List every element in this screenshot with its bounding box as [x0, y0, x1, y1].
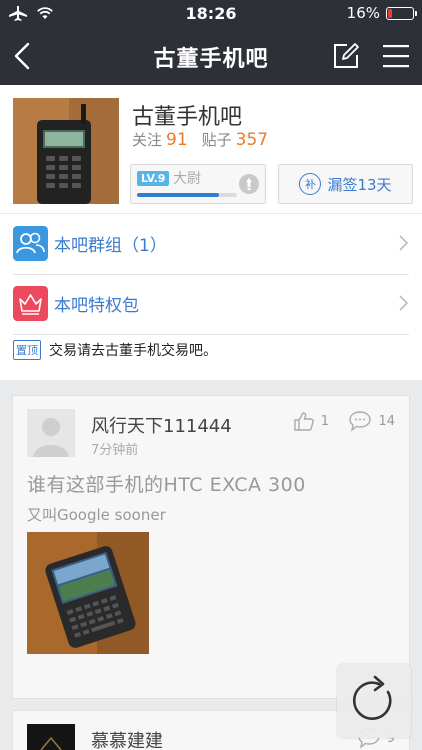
menu-icon[interactable]: [382, 43, 410, 69]
sign-in-label: 漏签13天: [327, 175, 392, 194]
comment-icon: [349, 411, 372, 432]
follow-label: 关注: [132, 131, 163, 149]
sign-in-button[interactable]: 补 漏签13天: [278, 164, 413, 204]
default-avatar-icon: [27, 409, 75, 457]
avatar[interactable]: [27, 724, 75, 750]
battery-fill: [388, 8, 392, 18]
posts-count: 357: [235, 130, 269, 150]
post-title[interactable]: 谁有这部手机的HTC EXCA 300: [27, 470, 306, 497]
chevron-right-icon: [399, 295, 408, 311]
phone-photo: [13, 98, 119, 204]
comment-button[interactable]: 14: [348, 410, 395, 432]
posts-label: 贴子: [201, 131, 232, 149]
user-avatar-image: [27, 724, 75, 750]
status-right: 16%: [346, 4, 417, 22]
level-progress-bar: [137, 193, 237, 197]
post-image[interactable]: [27, 532, 149, 654]
like-count: 1: [320, 413, 329, 429]
thumbs-up-icon: [294, 412, 314, 431]
level-badge: LV.9: [137, 171, 170, 186]
pinned-tag: 置顶: [13, 340, 41, 360]
link-row-group[interactable]: 本吧群组（1）: [0, 214, 422, 272]
status-bar: 18:26 16%: [0, 0, 422, 28]
avatar[interactable]: [27, 409, 75, 457]
post-author[interactable]: 慕慕建建: [91, 727, 163, 750]
divider: [13, 334, 409, 335]
post-author[interactable]: 风行天下111444: [91, 412, 232, 438]
comment-count: 14: [378, 413, 395, 429]
pinned-text: 交易请去古董手机交易吧。: [49, 343, 217, 359]
forum-header: 古董手机吧 关注 91 贴子 357 LV.9 大尉 补 漏签13天: [0, 85, 422, 213]
link-row-privilege[interactable]: 本吧特权包: [0, 274, 422, 332]
level-up-icon: [239, 174, 259, 194]
sign-in-icon: 补: [299, 173, 322, 195]
post-card[interactable]: 风行天下111444 7分钟前 1 14 谁有这部手机的HTC EXCA 300…: [12, 395, 410, 699]
follow-count: 91: [166, 130, 188, 150]
refresh-button[interactable]: [337, 664, 411, 738]
battery-icon: [386, 6, 417, 20]
crown-icon: [13, 286, 48, 321]
battery-percent: 16%: [346, 4, 380, 22]
level-title: 大尉: [173, 171, 201, 187]
nav-bar: 古董手机吧: [0, 28, 422, 85]
pinned-notice[interactable]: 置顶 交易请去古董手机交易吧。: [13, 340, 217, 360]
refresh-icon: [352, 675, 392, 720]
forum-avatar: [13, 98, 119, 204]
htc-phone-photo: [27, 532, 149, 654]
link-group-label: 本吧群组（1）: [54, 236, 167, 256]
edit-post-icon[interactable]: [332, 42, 360, 70]
group-icon: [13, 226, 48, 261]
forum-name: 古董手机吧: [132, 105, 243, 130]
forum-stats: 关注 91 贴子 357: [132, 129, 282, 150]
level-progress-fill: [137, 193, 219, 197]
link-privilege-label: 本吧特权包: [54, 296, 139, 316]
post-time: 7分钟前: [91, 443, 139, 458]
chevron-right-icon: [399, 235, 408, 251]
forum-links: 本吧群组（1） 本吧特权包 置顶 交易请去古董手机交易吧。: [0, 214, 422, 380]
level-panel[interactable]: LV.9 大尉: [130, 164, 266, 204]
like-button[interactable]: 1: [293, 410, 329, 432]
post-body[interactable]: 又叫Google sooner: [27, 504, 166, 525]
